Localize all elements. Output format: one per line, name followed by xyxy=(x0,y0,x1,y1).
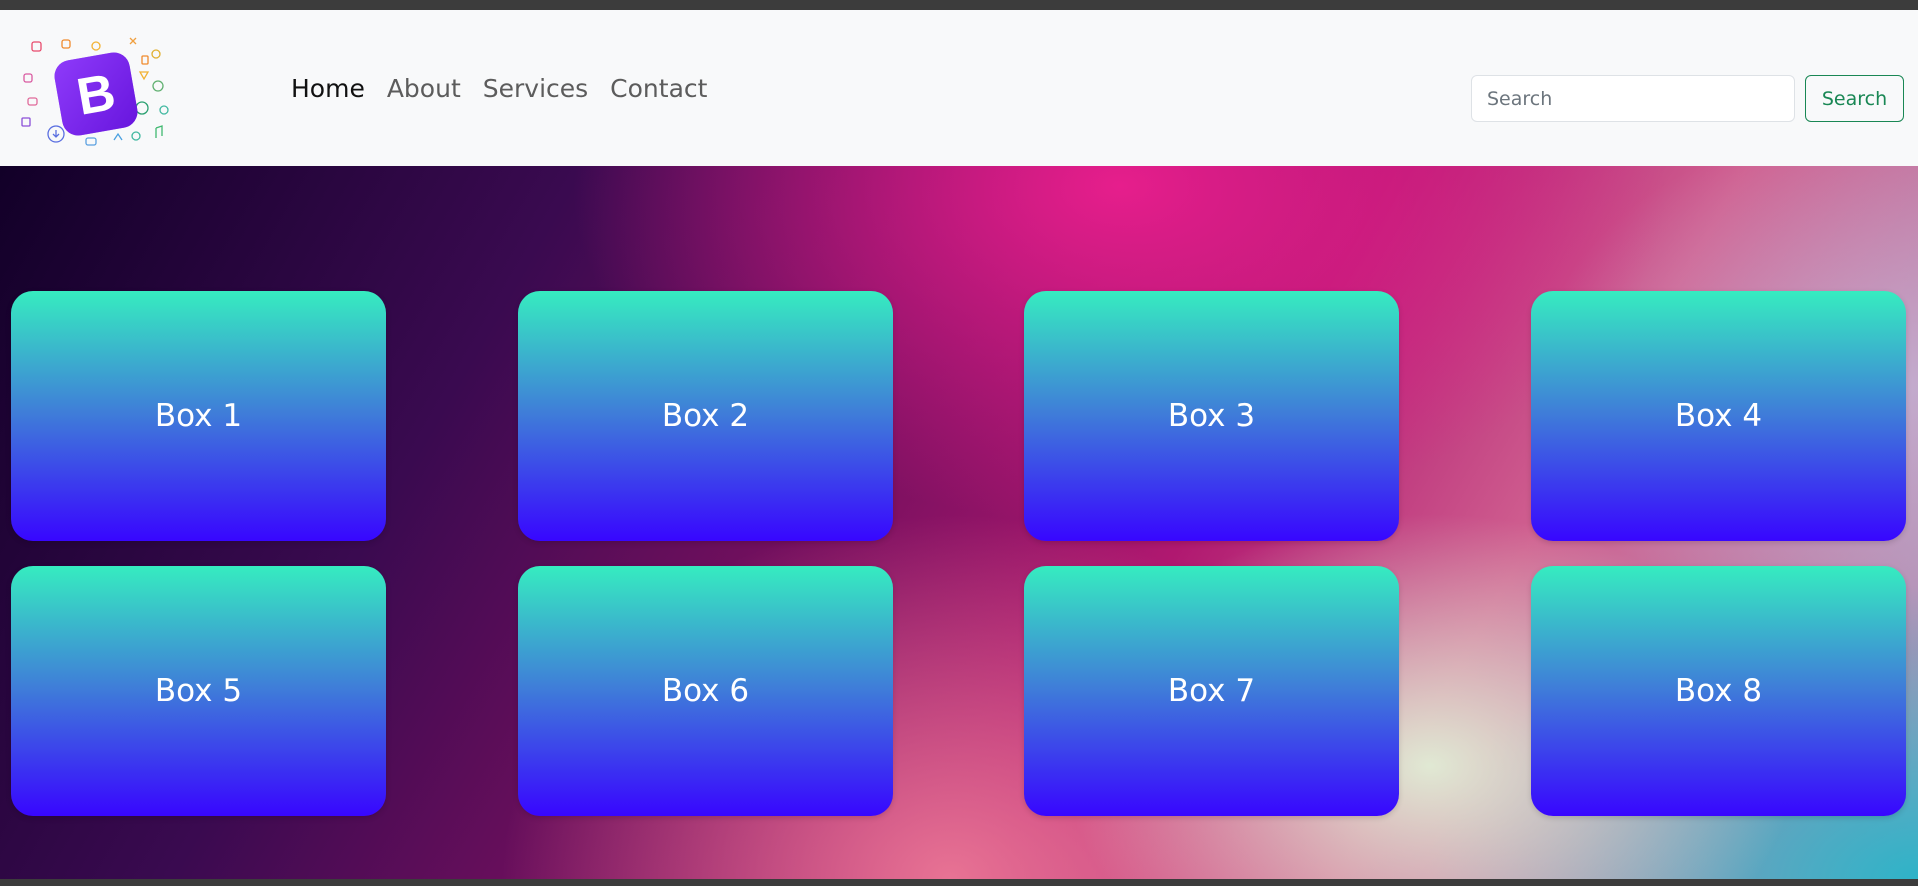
bootstrap-logo[interactable]: B xyxy=(18,32,174,150)
search-input[interactable] xyxy=(1471,75,1795,122)
browser-top-strip xyxy=(0,0,1918,10)
nav-link-services[interactable]: Services xyxy=(483,74,588,103)
hero-section: Box 1 Box 2 Box 3 Box 4 Box 5 Box 6 Box … xyxy=(0,166,1918,879)
box-4: Box 4 xyxy=(1531,291,1906,541)
box-5: Box 5 xyxy=(11,566,386,816)
bootstrap-logo-icon: B xyxy=(21,37,169,146)
box-3: Box 3 xyxy=(1024,291,1399,541)
box-6: Box 6 xyxy=(518,566,893,816)
search-button[interactable]: Search xyxy=(1805,75,1904,122)
box-8: Box 8 xyxy=(1531,566,1906,816)
navbar: B Home About Services Contact Search xyxy=(0,10,1918,166)
nav-link-home[interactable]: Home xyxy=(291,74,365,103)
nav-links: Home About Services Contact xyxy=(291,74,707,103)
nav-link-contact[interactable]: Contact xyxy=(610,74,707,103)
box-7: Box 7 xyxy=(1024,566,1399,816)
bottom-strip xyxy=(0,879,1918,886)
box-1: Box 1 xyxy=(11,291,386,541)
nav-link-about[interactable]: About xyxy=(387,74,461,103)
box-2: Box 2 xyxy=(518,291,893,541)
